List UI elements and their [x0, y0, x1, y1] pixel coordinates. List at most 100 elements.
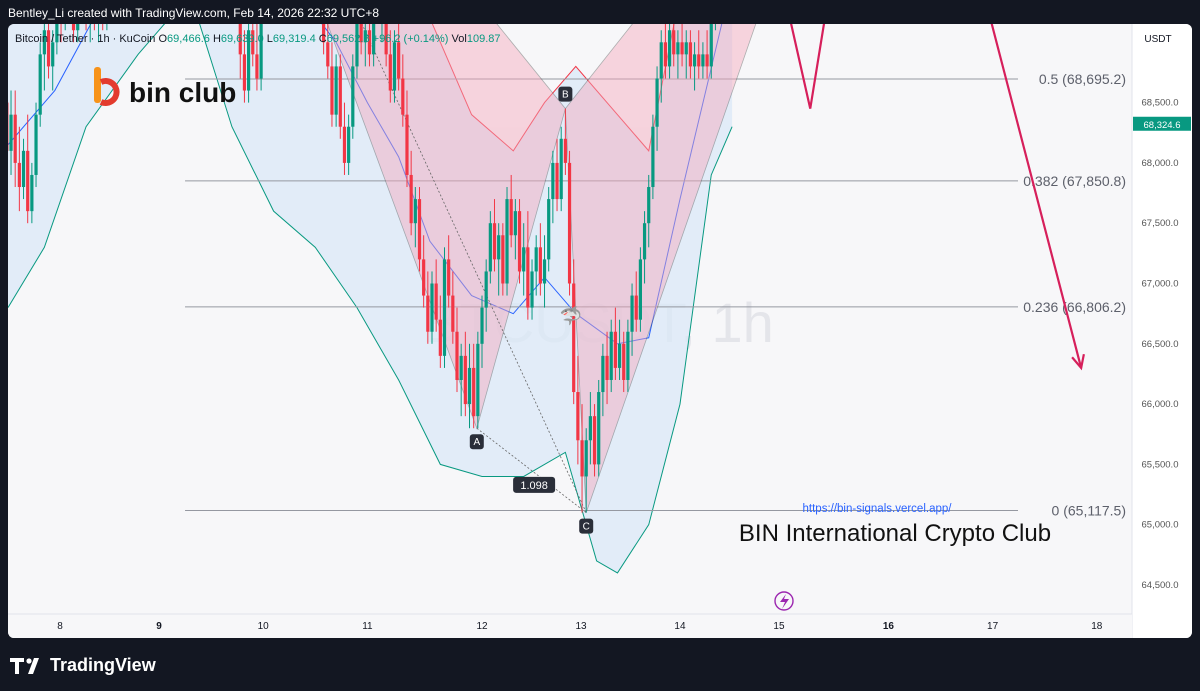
- event-lightning-icon[interactable]: [774, 591, 794, 611]
- club-name-text: BIN International Crypto Club: [739, 520, 1051, 547]
- candle[interactable]: [651, 114, 655, 200]
- candle-body: [551, 162, 555, 200]
- candle-body: [255, 54, 259, 79]
- candle-body: [488, 223, 492, 272]
- price-tag-text: 68,324.6: [1144, 120, 1181, 131]
- candle-body: [426, 295, 430, 332]
- candle-body: [567, 162, 572, 284]
- candle-body: [701, 54, 705, 67]
- candle[interactable]: [567, 150, 572, 296]
- candle[interactable]: [597, 379, 601, 477]
- ratio-badge-text: 1.098: [520, 480, 548, 492]
- y-tick-label: 67,000.0: [1142, 279, 1179, 290]
- shark-icon: 🦈: [560, 305, 582, 326]
- ratio-badge[interactable]: 1.098: [513, 476, 556, 493]
- candle-body: [330, 66, 334, 115]
- change-value: +96.2 (+0.14%): [372, 33, 449, 45]
- x-tick-label: 12: [476, 621, 488, 632]
- candle-body: [422, 259, 426, 296]
- candle[interactable]: [338, 54, 342, 139]
- candle-body: [697, 54, 701, 67]
- pattern-point-label: B: [562, 90, 569, 101]
- pattern-point-label: C: [583, 522, 590, 533]
- open-label: O: [158, 33, 168, 45]
- candle-body: [351, 66, 355, 127]
- candle[interactable]: [517, 199, 522, 284]
- event-lightning-bolt: [780, 594, 789, 609]
- candle-body: [409, 174, 413, 224]
- y-tick-label: 65,500.0: [1142, 459, 1179, 470]
- candle-body: [634, 295, 638, 320]
- candle-body: [480, 307, 484, 344]
- candle-body: [9, 114, 13, 151]
- candle-body: [530, 271, 534, 308]
- candle-body: [513, 211, 517, 236]
- y-tick-label: 68,000.0: [1142, 158, 1179, 169]
- symbol-ohlc-bar: Bitcoin / Tether · 1h · KuCoin O69,466.6…: [15, 33, 501, 45]
- y-tick-label: 64,500.0: [1142, 580, 1179, 591]
- price-tag: 68,324.6: [1133, 116, 1191, 131]
- pattern-point-a[interactable]: A: [469, 434, 484, 450]
- candle[interactable]: [34, 102, 38, 188]
- bin-club-wordmark: bin club: [129, 77, 236, 108]
- candle-body: [647, 187, 651, 224]
- close-value: 69,562.8: [326, 33, 370, 45]
- candle-body: [451, 295, 455, 332]
- candle[interactable]: [351, 54, 355, 139]
- candle-body: [605, 355, 609, 380]
- candle-body: [622, 343, 626, 380]
- pattern-point-b[interactable]: B: [558, 86, 573, 102]
- candle-body: [659, 42, 663, 79]
- candle-body: [34, 114, 38, 175]
- club-url-link[interactable]: https://bin-signals.vercel.app/: [803, 503, 953, 515]
- candle[interactable]: [38, 42, 42, 127]
- candle-body: [476, 343, 480, 417]
- candle-body: [326, 42, 330, 67]
- candle-body: [667, 30, 672, 67]
- pattern-bcd-triangle: [564, 24, 757, 513]
- candle-body: [76, 24, 80, 31]
- price-axis[interactable]: [1132, 24, 1192, 638]
- candle-body: [17, 162, 21, 188]
- candle-body: [676, 42, 680, 55]
- y-tick-label: 67,500.0: [1142, 218, 1179, 229]
- candle[interactable]: [638, 247, 642, 332]
- y-tick-label: 66,500.0: [1142, 339, 1179, 350]
- price-chart[interactable]: USDT 64,500.0 65,000.0 65,500.0 66,000.0 66,5…: [8, 24, 1192, 638]
- candle-body: [492, 223, 497, 260]
- candle-body: [472, 367, 476, 417]
- candle[interactable]: [547, 187, 551, 272]
- candle[interactable]: [417, 187, 422, 272]
- vol-value: 109.87: [466, 33, 501, 45]
- candle-body: [447, 259, 451, 296]
- y-tick-label: 68,500.0: [1142, 98, 1179, 109]
- symbol-name[interactable]: Bitcoin / Tether · 1h · KuCoin: [15, 33, 155, 45]
- projection-path[interactable]: [779, 24, 1083, 369]
- candle-body: [597, 392, 601, 465]
- time-axis[interactable]: [8, 614, 1132, 638]
- candle[interactable]: [476, 331, 480, 429]
- candle-body: [580, 440, 584, 477]
- x-tick-label: 13: [575, 621, 587, 632]
- candle-body: [338, 66, 342, 127]
- y-tick-label: 65,000.0: [1142, 520, 1179, 531]
- tradingview-logo[interactable]: TradingView: [10, 655, 156, 676]
- candle-body: [517, 211, 522, 272]
- candle-body: [584, 440, 588, 477]
- tradingview-wordmark: TradingView: [50, 655, 156, 675]
- low-value: 69,319.4: [272, 33, 316, 45]
- pattern-point-c[interactable]: C: [579, 518, 594, 534]
- candle-body: [651, 126, 655, 188]
- chart-panel[interactable]: USDT 64,500.0 65,000.0 65,500.0 66,000.0 66,5…: [8, 24, 1192, 638]
- candle-body: [555, 162, 559, 200]
- candle-body: [347, 126, 351, 163]
- candle[interactable]: [559, 126, 563, 212]
- candle[interactable]: [442, 247, 447, 368]
- candle-body: [505, 199, 509, 284]
- close-label: C: [318, 33, 327, 45]
- candle-body: [684, 42, 688, 55]
- x-tick-label: 11: [362, 621, 373, 632]
- candle-body: [430, 283, 434, 332]
- candle[interactable]: [505, 187, 509, 296]
- candle-body: [392, 42, 397, 91]
